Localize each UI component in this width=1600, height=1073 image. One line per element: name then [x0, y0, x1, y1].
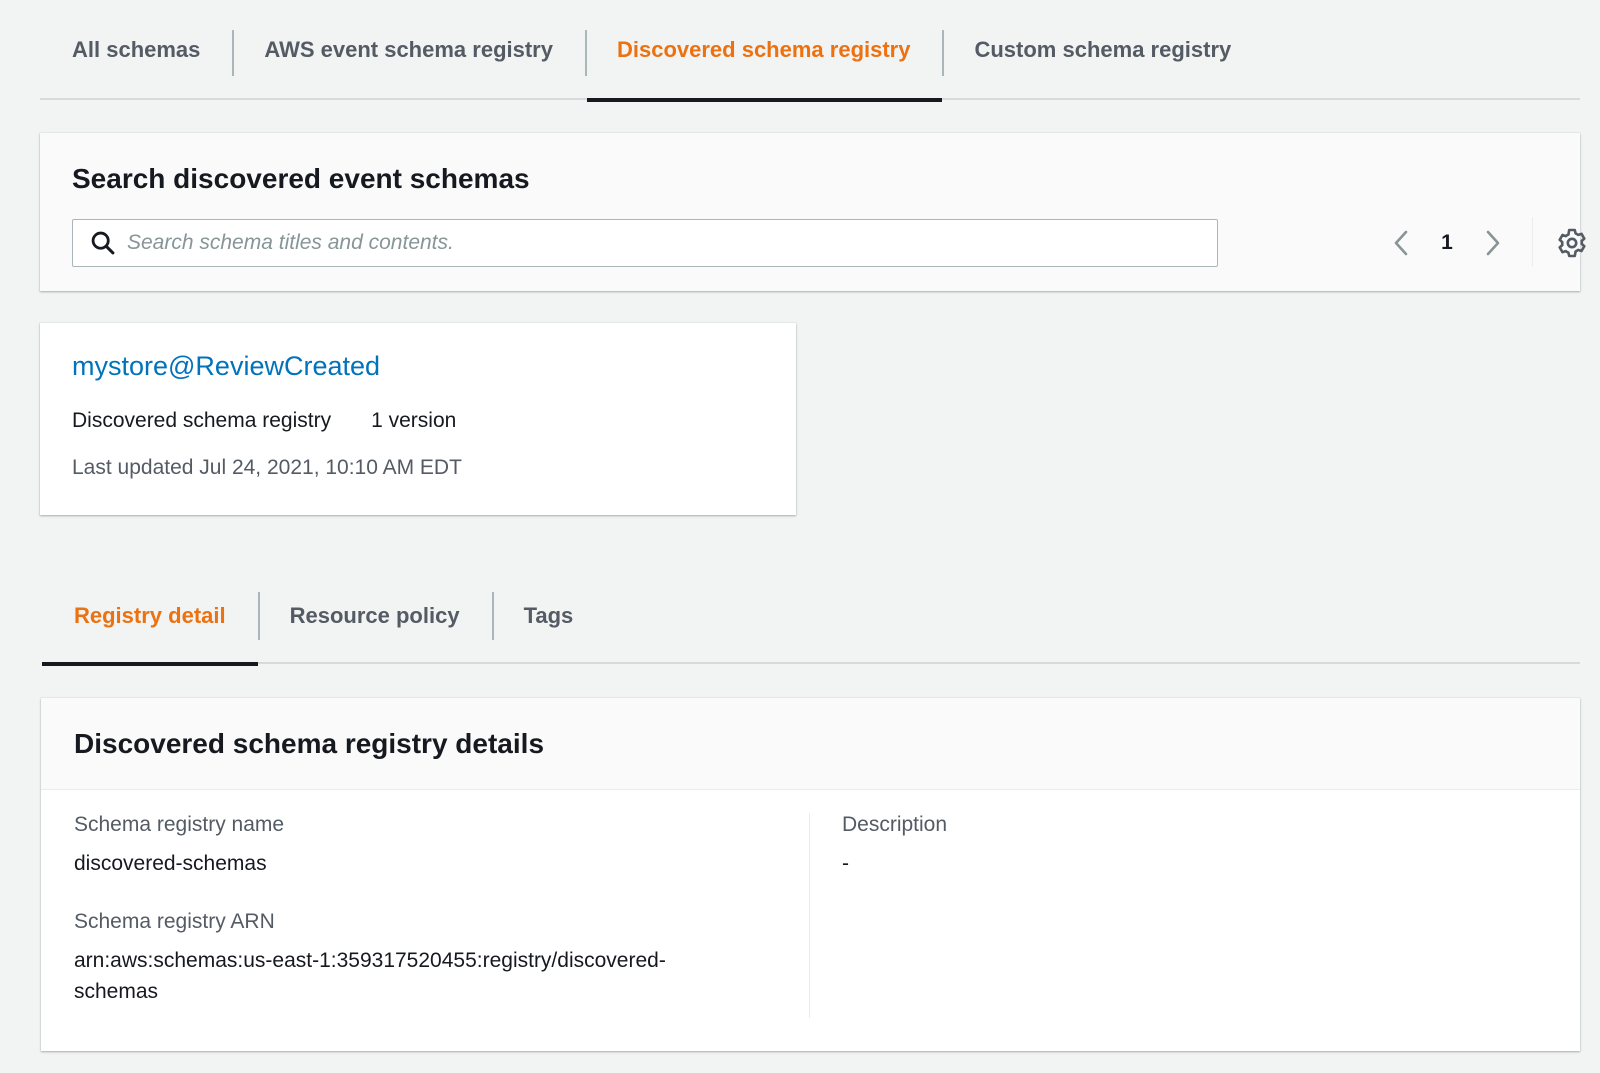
description-label: Description	[842, 813, 948, 836]
registry-name-value: discovered-schemas	[74, 852, 267, 875]
tab-registry-detail[interactable]: Registry detail	[42, 590, 258, 666]
search-box[interactable]	[72, 219, 1218, 267]
search-input[interactable]	[127, 231, 1217, 255]
schema-card: mystore@ReviewCreated Discovered schema …	[40, 323, 796, 515]
registry-details-right-column: Description -	[842, 810, 1542, 879]
schema-version-count: 1 version	[371, 409, 457, 432]
registry-details-title: Discovered schema registry details	[74, 727, 545, 759]
registry-details-header: Discovered schema registry details	[41, 698, 1580, 790]
search-panel: Search discovered event schemas 1	[40, 133, 1586, 291]
tab-aws-event-schema-registry[interactable]: AWS event schema registry	[232, 0, 585, 100]
chevron-left-icon[interactable]	[1385, 227, 1417, 259]
registry-details-left-column: Schema registry name discovered-schemas …	[74, 810, 814, 1007]
schema-card-meta: Discovered schema registry 1 version	[72, 409, 456, 433]
tab-custom-schema-registry[interactable]: Custom schema registry	[942, 0, 1263, 100]
search-panel-title: Search discovered event schemas	[72, 163, 530, 194]
registry-tabs: Registry detail Resource policy Tags	[42, 590, 1580, 666]
tab-discovered-schema-registry[interactable]: Discovered schema registry	[584, 0, 943, 102]
schema-name-link[interactable]: mystore@ReviewCreated	[72, 351, 380, 382]
schema-last-updated: Last updated Jul 24, 2021, 10:10 AM EDT	[72, 456, 462, 479]
chevron-right-icon[interactable]	[1477, 227, 1509, 259]
current-page-number[interactable]: 1	[1417, 231, 1477, 255]
registry-details-panel: Discovered schema registry details Schem…	[41, 698, 1580, 1051]
schema-tabs: All schemas AWS event schema registry Di…	[40, 0, 1580, 102]
registry-name-label: Schema registry name	[74, 813, 285, 836]
registry-name-field: Schema registry name discovered-schemas	[74, 810, 814, 879]
pagination: 1	[1385, 219, 1509, 267]
search-icon	[91, 231, 115, 255]
tab-all-schemas[interactable]: All schemas	[40, 0, 232, 100]
pagination-divider	[1532, 217, 1533, 267]
registry-arn-value: arn:aws:schemas:us-east-1:359317520455:r…	[74, 949, 666, 1003]
registry-arn-label: Schema registry ARN	[74, 910, 275, 933]
tab-tags[interactable]: Tags	[491, 590, 606, 664]
page: All schemas AWS event schema registry Di…	[0, 0, 1600, 1073]
registry-arn-field: Schema registry ARN arn:aws:schemas:us-e…	[74, 907, 814, 1007]
description-value: -	[842, 852, 849, 875]
description-field: Description -	[842, 810, 1542, 879]
column-divider	[809, 813, 810, 1018]
gear-icon[interactable]	[1556, 227, 1588, 259]
tab-resource-policy[interactable]: Resource policy	[257, 590, 492, 664]
schema-registry-type: Discovered schema registry	[72, 409, 332, 432]
